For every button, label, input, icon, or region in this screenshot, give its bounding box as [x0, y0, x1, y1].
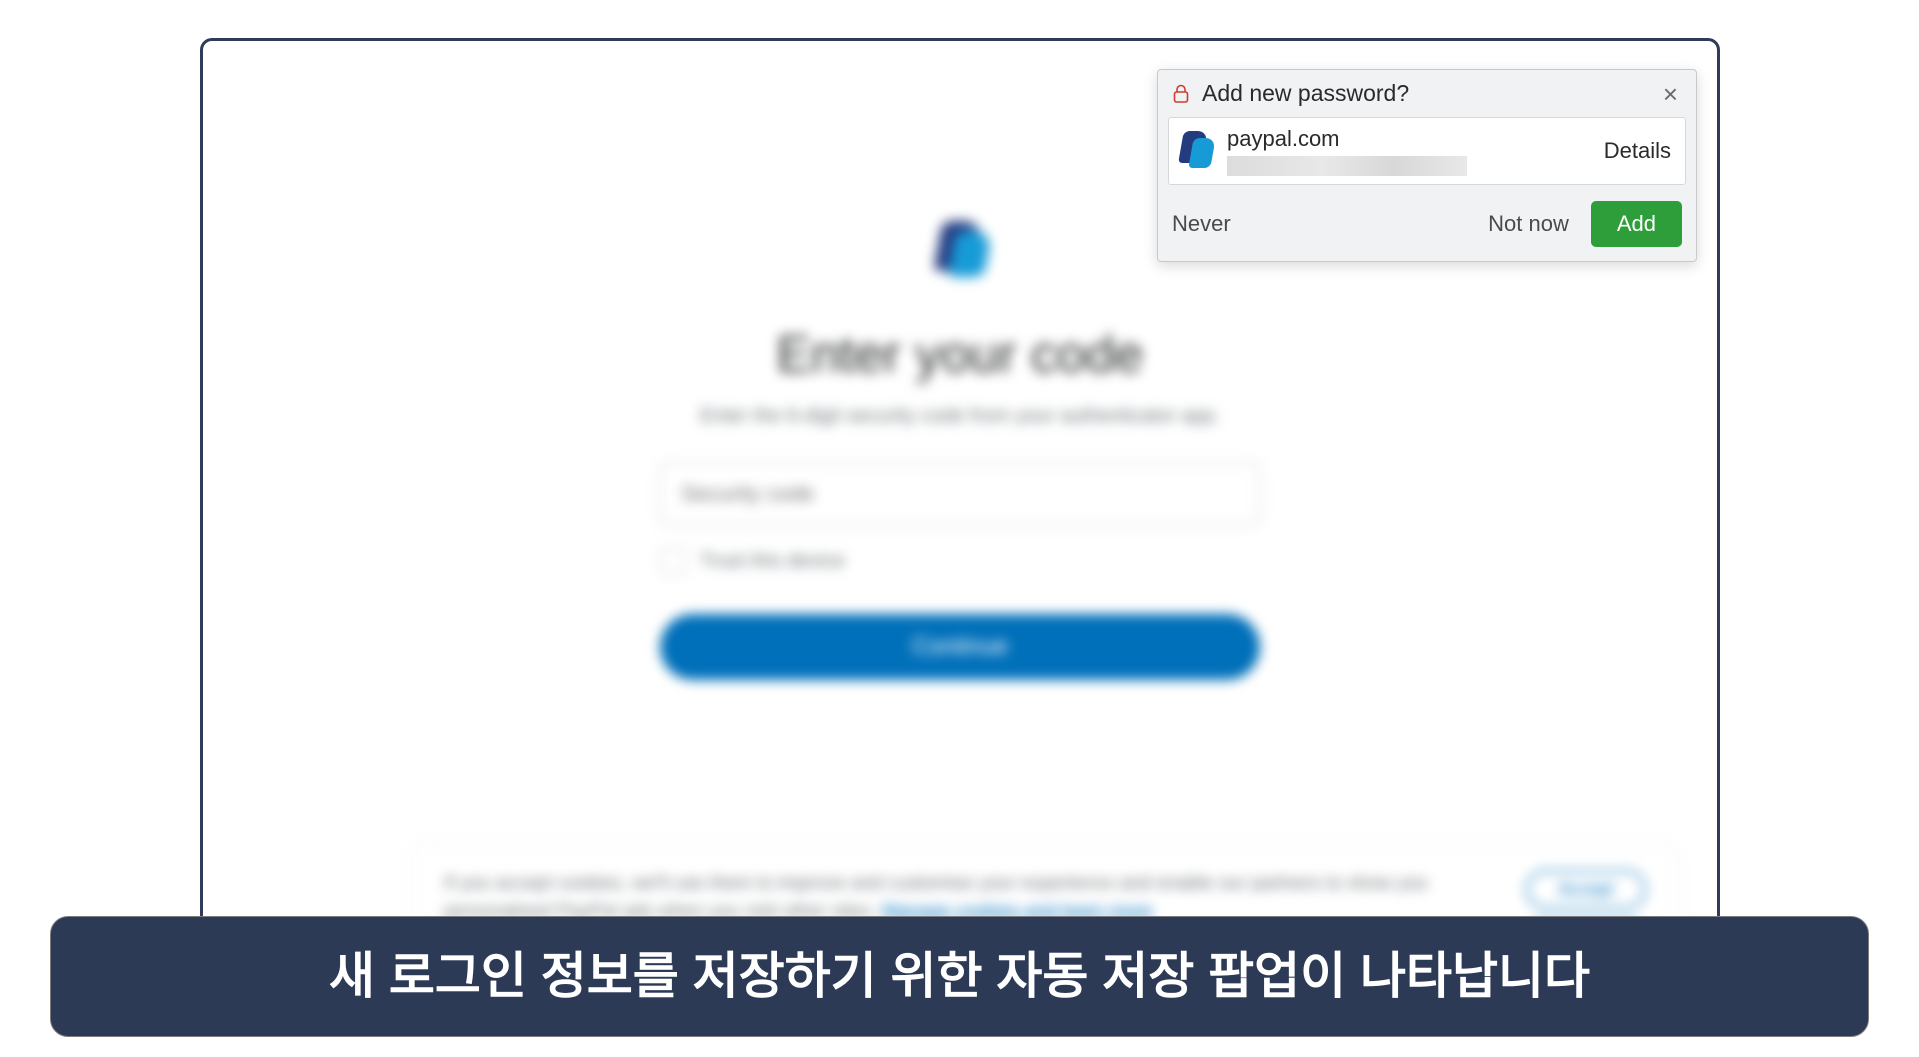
- add-button[interactable]: Add: [1591, 201, 1682, 247]
- popup-title: Add new password?: [1202, 80, 1647, 107]
- paypal-logo: [932, 221, 988, 285]
- trust-device-row: Trust this device: [660, 548, 1260, 574]
- lock-icon: [1172, 84, 1190, 104]
- popup-redacted-username: [1227, 156, 1467, 176]
- popup-footer: Never Not now Add: [1158, 185, 1696, 261]
- popup-site-text: paypal.com: [1227, 126, 1590, 176]
- caption-bar: 새 로그인 정보를 저장하기 위한 자동 저장 팝업이 나타납니다: [50, 916, 1869, 1038]
- page-subtitle: Enter the 6-digit security code from you…: [203, 405, 1717, 428]
- continue-button[interactable]: Continue: [660, 614, 1260, 680]
- screenshot-frame: Enter your code Enter the 6-digit securi…: [200, 38, 1720, 958]
- never-button[interactable]: Never: [1172, 211, 1231, 237]
- popup-site-domain: paypal.com: [1227, 126, 1590, 152]
- popup-entry: paypal.com Details: [1168, 117, 1686, 185]
- save-password-popup: Add new password? × paypal.com Details N…: [1157, 69, 1697, 262]
- popup-header: Add new password? ×: [1158, 70, 1696, 117]
- details-link[interactable]: Details: [1604, 138, 1671, 164]
- trust-device-checkbox[interactable]: [660, 548, 686, 574]
- page-title: Enter your code: [203, 325, 1717, 385]
- not-now-button[interactable]: Not now: [1488, 211, 1569, 237]
- paypal-icon: [1179, 131, 1213, 171]
- cookie-accept-button[interactable]: Accept: [1526, 870, 1646, 909]
- close-icon[interactable]: ×: [1659, 81, 1682, 107]
- trust-device-label: Trust this device: [700, 550, 845, 573]
- security-code-input[interactable]: [660, 462, 1260, 526]
